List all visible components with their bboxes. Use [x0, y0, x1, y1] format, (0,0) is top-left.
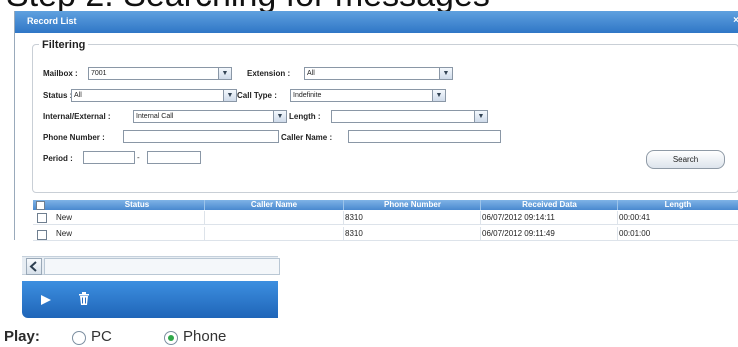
internal-external-select[interactable]: Internal Call ▼ [133, 110, 287, 123]
mailbox-value: 7001 [91, 70, 107, 77]
play-icon[interactable] [40, 293, 52, 311]
column-header-length[interactable]: Length [618, 200, 738, 210]
table-row[interactable]: New 8310 06/07/2012 09:14:11 00:00:41 [33, 211, 738, 225]
radio-pc[interactable] [72, 331, 86, 345]
chevron-down-icon[interactable]: ▼ [223, 89, 237, 102]
row-length: 00:01:00 [619, 229, 651, 238]
caller-name-input[interactable] [348, 130, 501, 143]
scrollbar-track[interactable] [44, 258, 280, 275]
call-type-value: Indefinite [293, 92, 322, 99]
internal-external-label: Internal/External : [43, 112, 111, 121]
chevron-down-icon[interactable]: ▼ [474, 110, 488, 123]
column-divider [480, 211, 481, 224]
play-label: Play: [4, 328, 40, 345]
caller-name-label: Caller Name : [281, 133, 333, 142]
period-end-input[interactable] [147, 151, 201, 164]
window-title: Record List [27, 16, 77, 26]
internal-external-value: Internal Call [136, 113, 174, 120]
extension-value: All [307, 70, 315, 77]
table-header: Status Caller Name Phone Number Received… [33, 200, 738, 210]
column-divider [343, 211, 344, 224]
radio-selected-dot [168, 335, 174, 341]
chevron-down-icon[interactable]: ▼ [273, 110, 287, 123]
title-bar: Record List × [15, 11, 738, 33]
status-select[interactable]: All ▼ [71, 89, 237, 102]
column-divider [343, 227, 344, 240]
column-divider [204, 211, 205, 224]
status-label: Status : [43, 91, 73, 100]
call-type-label: Call Type : [237, 91, 277, 100]
chevron-down-icon[interactable]: ▼ [218, 67, 232, 80]
horizontal-scrollbar[interactable] [22, 256, 280, 275]
table-row[interactable]: New 8310 06/07/2012 09:11:49 00:01:00 [33, 227, 738, 241]
column-header-caller-name[interactable]: Caller Name [205, 200, 343, 210]
select-all-checkbox[interactable] [36, 201, 45, 210]
column-divider [204, 227, 205, 240]
record-list-window: Record List × Filtering Mailbox : 7001 ▼… [14, 11, 738, 241]
row-length: 00:00:41 [619, 213, 651, 222]
close-icon[interactable]: × [733, 15, 738, 26]
radio-phone-label[interactable]: Phone [183, 328, 226, 345]
period-start-input[interactable] [83, 151, 135, 164]
chevron-down-icon[interactable]: ▼ [432, 89, 446, 102]
row-status: New [56, 213, 73, 222]
row-phone-number: 8310 [345, 213, 363, 222]
length-select[interactable]: ▼ [331, 110, 488, 123]
column-divider [617, 227, 618, 240]
length-label: Length : [289, 112, 321, 121]
phone-number-input[interactable] [123, 130, 279, 143]
row-checkbox[interactable] [37, 230, 47, 240]
extension-label: Extension : [247, 69, 291, 78]
player-panel [22, 256, 280, 320]
period-label: Period : [43, 154, 73, 163]
phone-number-label: Phone Number : [43, 133, 105, 142]
radio-pc-label[interactable]: PC [91, 328, 112, 345]
filtering-legend: Filtering [39, 39, 89, 51]
radio-phone[interactable] [164, 331, 178, 345]
row-status: New [56, 229, 73, 238]
row-phone-number: 8310 [345, 229, 363, 238]
period-separator: - [137, 153, 140, 162]
mailbox-label: Mailbox : [43, 69, 78, 78]
column-header-status[interactable]: Status [57, 200, 217, 210]
column-header-received-data[interactable]: Received Data [481, 200, 618, 210]
row-received-data: 06/07/2012 09:11:49 [482, 229, 555, 238]
call-type-select[interactable]: Indefinite ▼ [290, 89, 446, 102]
column-header-phone-number[interactable]: Phone Number [344, 200, 481, 210]
status-value: All [74, 92, 82, 99]
player-toolbar [22, 281, 278, 318]
mailbox-select[interactable]: 7001 ▼ [88, 67, 232, 80]
row-received-data: 06/07/2012 09:14:11 [482, 213, 555, 222]
chevron-down-icon[interactable]: ▼ [439, 67, 453, 80]
column-divider [617, 211, 618, 224]
trash-icon[interactable] [77, 291, 91, 311]
column-divider [480, 227, 481, 240]
row-checkbox[interactable] [37, 213, 47, 223]
search-button[interactable]: Search [646, 150, 725, 169]
chevron-left-icon[interactable] [26, 258, 42, 275]
extension-select[interactable]: All ▼ [304, 67, 453, 80]
